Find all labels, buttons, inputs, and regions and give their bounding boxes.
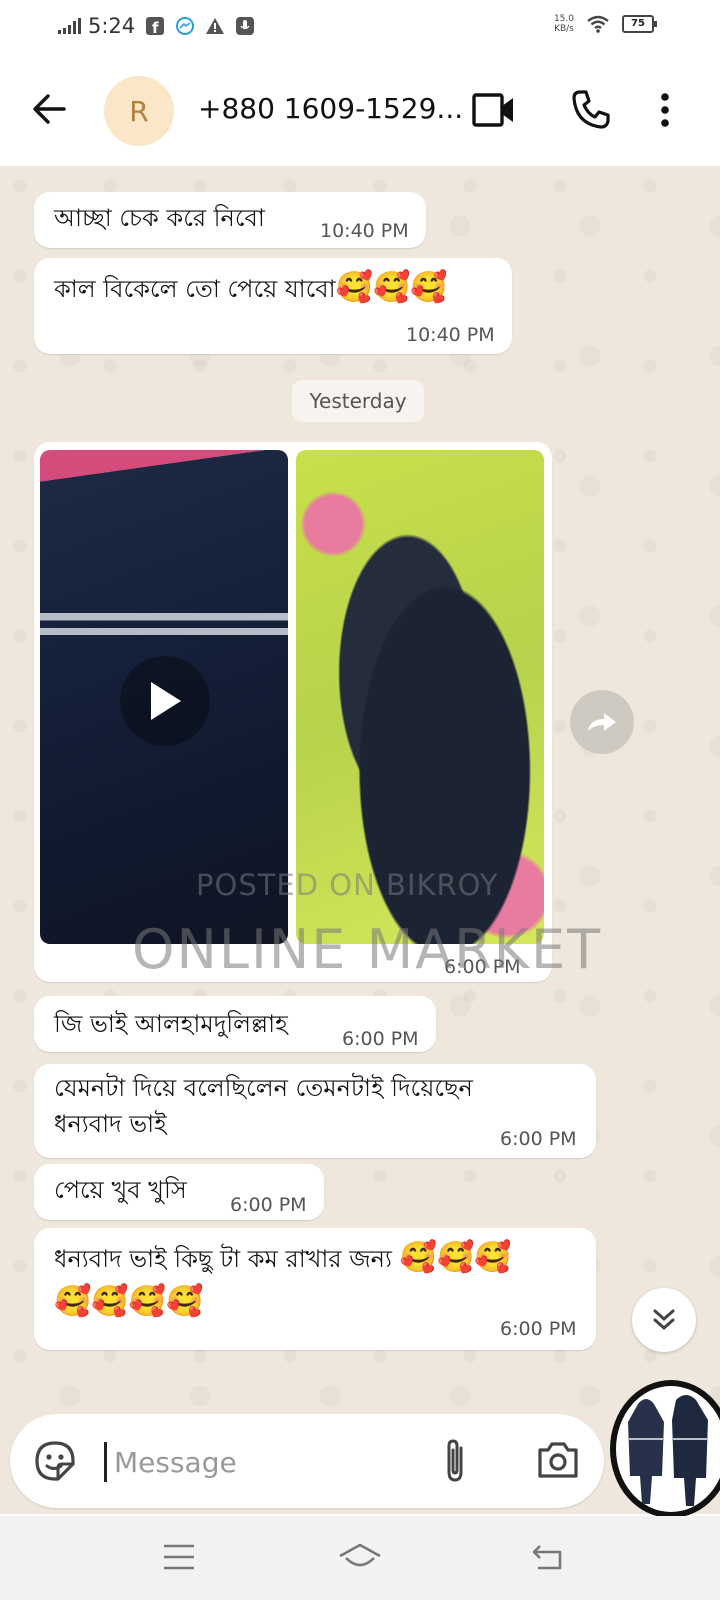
clock: 5:24 — [88, 14, 136, 38]
system-nav-bar — [0, 1516, 720, 1600]
camera-icon[interactable] — [536, 1440, 580, 1480]
forward-icon — [588, 713, 616, 731]
avatar[interactable]: R — [104, 76, 174, 146]
message-time: 6:00 PM — [500, 1318, 577, 1340]
contact-name[interactable]: +880 1609-1529... — [198, 92, 463, 125]
message-text: আচ্ছা চেক করে নিবো — [54, 204, 265, 232]
watermark-line2: ONLINE MARKET — [132, 918, 603, 981]
watermark-line1: POSTED ON BIKROY — [196, 868, 499, 902]
message-time: 10:40 PM — [320, 220, 409, 242]
status-bar: 5:24 f 15.0 KB/s 75 — [0, 0, 720, 58]
back-arrow-icon[interactable] — [28, 88, 70, 130]
play-icon — [151, 682, 181, 720]
message-text: জি ভাই আলহামদুলিল্লাহ — [54, 1010, 288, 1038]
svg-text:f: f — [152, 19, 159, 36]
more-vert-icon[interactable] — [660, 92, 670, 128]
product-thumbnail[interactable] — [610, 1380, 720, 1518]
message-time: 10:40 PM — [406, 324, 495, 346]
message-bubble[interactable]: পেয়ে খুব খুসি 6:00 PM — [34, 1164, 324, 1220]
message-text: পেয়ে খুব খুসি — [54, 1176, 187, 1204]
status-right: 15.0 KB/s 75 — [553, 14, 657, 34]
facebook-icon: f — [146, 17, 165, 36]
scroll-to-bottom-button[interactable] — [632, 1288, 696, 1352]
status-left: 5:24 f — [58, 14, 255, 38]
smiling-hearts-emoji: 🥰🥰🥰 — [399, 1240, 512, 1275]
forward-button[interactable] — [570, 690, 634, 754]
message-time: 6:00 PM — [500, 1128, 577, 1150]
net-speed: 15.0 KB/s — [553, 14, 574, 34]
attach-icon[interactable] — [442, 1436, 468, 1486]
text-cursor — [104, 1442, 107, 1482]
smiling-hearts-emoji: 🥰🥰🥰 — [335, 270, 448, 305]
phone-call-icon[interactable] — [570, 88, 612, 130]
chat-header: R +880 1609-1529... — [0, 58, 720, 167]
video-call-icon[interactable] — [472, 92, 516, 128]
smiling-hearts-emoji: 🥰🥰🥰🥰 — [54, 1284, 204, 1319]
message-bubble[interactable]: জি ভাই আলহামদুলিল্লাহ 6:00 PM — [34, 996, 436, 1052]
message-time: 6:00 PM — [342, 1028, 419, 1050]
date-divider: Yesterday — [292, 380, 424, 422]
message-bubble[interactable]: যেমনটা দিয়ে বলেছিলেন তেমনটাই দিয়েছেন ধ… — [34, 1064, 596, 1158]
message-input[interactable] — [112, 1436, 416, 1488]
home-icon[interactable] — [336, 1542, 384, 1574]
warning-icon — [206, 18, 225, 34]
message-composer — [10, 1414, 604, 1508]
wifi-icon — [587, 15, 609, 33]
message-bubble[interactable]: ধন্যবাদ ভাই কিছু টা কম রাখার জন্য 🥰🥰🥰 🥰🥰… — [34, 1228, 596, 1350]
message-text: কাল বিকেলে তো পেয়ে যাবো🥰🥰🥰 — [54, 270, 448, 305]
messenger-icon — [176, 17, 195, 35]
chat-thread[interactable]: আচ্ছা চেক করে নিবো 10:40 PM কাল বিকেলে ত… — [0, 166, 720, 1514]
voice-recorder-icon — [236, 17, 255, 35]
double-chevron-down-icon — [653, 1309, 675, 1331]
sticker-icon[interactable] — [34, 1440, 76, 1482]
raincoat-image — [628, 1395, 708, 1506]
menu-icon[interactable] — [162, 1542, 196, 1572]
message-text: যেমনটা দিয়ে বলেছিলেন তেমনটাই দিয়েছেন ধ… — [54, 1074, 473, 1138]
message-time: 6:00 PM — [230, 1194, 307, 1216]
battery-icon: 75 — [622, 15, 657, 33]
message-bubble[interactable]: কাল বিকেলে তো পেয়ে যাবো🥰🥰🥰 10:40 PM — [34, 258, 512, 354]
back-icon[interactable] — [530, 1542, 566, 1572]
message-bubble[interactable]: আচ্ছা চেক করে নিবো 10:40 PM — [34, 192, 426, 248]
signal-icon — [58, 18, 81, 34]
message-text: ধন্যবাদ ভাই কিছু টা কম রাখার জন্য 🥰🥰🥰 — [54, 1240, 512, 1275]
play-button[interactable] — [120, 656, 210, 746]
